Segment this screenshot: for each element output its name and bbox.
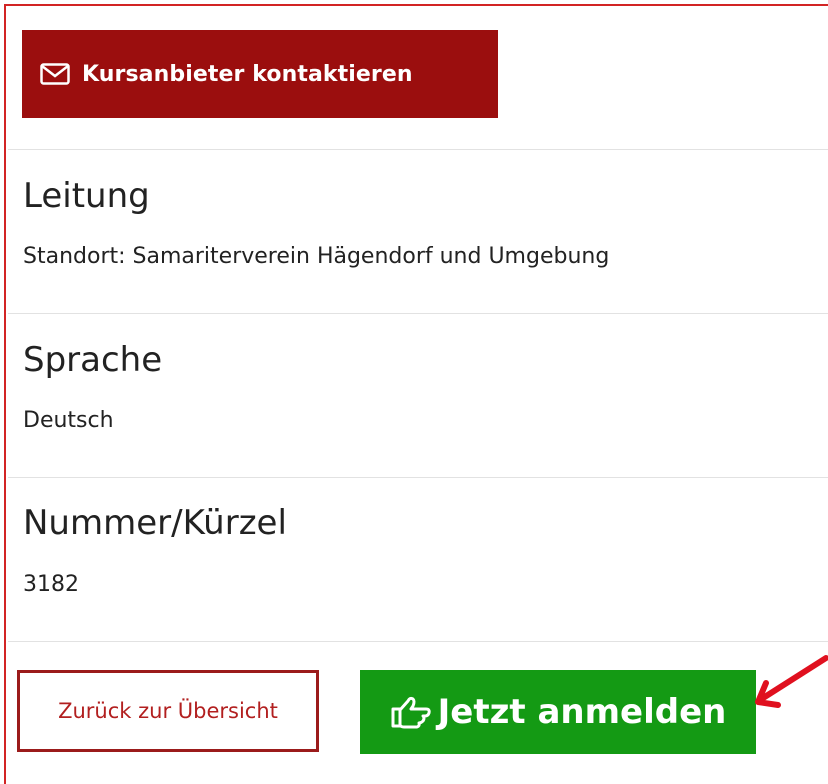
thumbs-up-pointing-icon (390, 695, 432, 729)
divider (8, 477, 828, 478)
contact-provider-label: Kursanbieter kontaktieren (82, 61, 413, 87)
divider (8, 149, 828, 150)
register-now-button[interactable]: Jetzt anmelden (360, 670, 756, 754)
contact-provider-button[interactable]: Kursanbieter kontaktieren (22, 30, 498, 118)
section-title-nummer: Nummer/Kürzel (23, 503, 287, 543)
back-to-overview-button[interactable]: Zurück zur Übersicht (17, 670, 319, 752)
divider (8, 641, 828, 642)
section-value-leitung: Standort: Samariterverein Hägendorf und … (23, 244, 610, 269)
section-title-sprache: Sprache (23, 340, 163, 380)
red-arrow-icon (755, 655, 828, 708)
section-value-nummer: 3182 (23, 572, 79, 597)
section-value-sprache: Deutsch (23, 408, 114, 433)
page-frame (4, 4, 828, 784)
envelope-icon (40, 63, 70, 85)
register-now-label: Jetzt anmelden (437, 692, 727, 732)
section-title-leitung: Leitung (23, 176, 150, 216)
divider (8, 313, 828, 314)
